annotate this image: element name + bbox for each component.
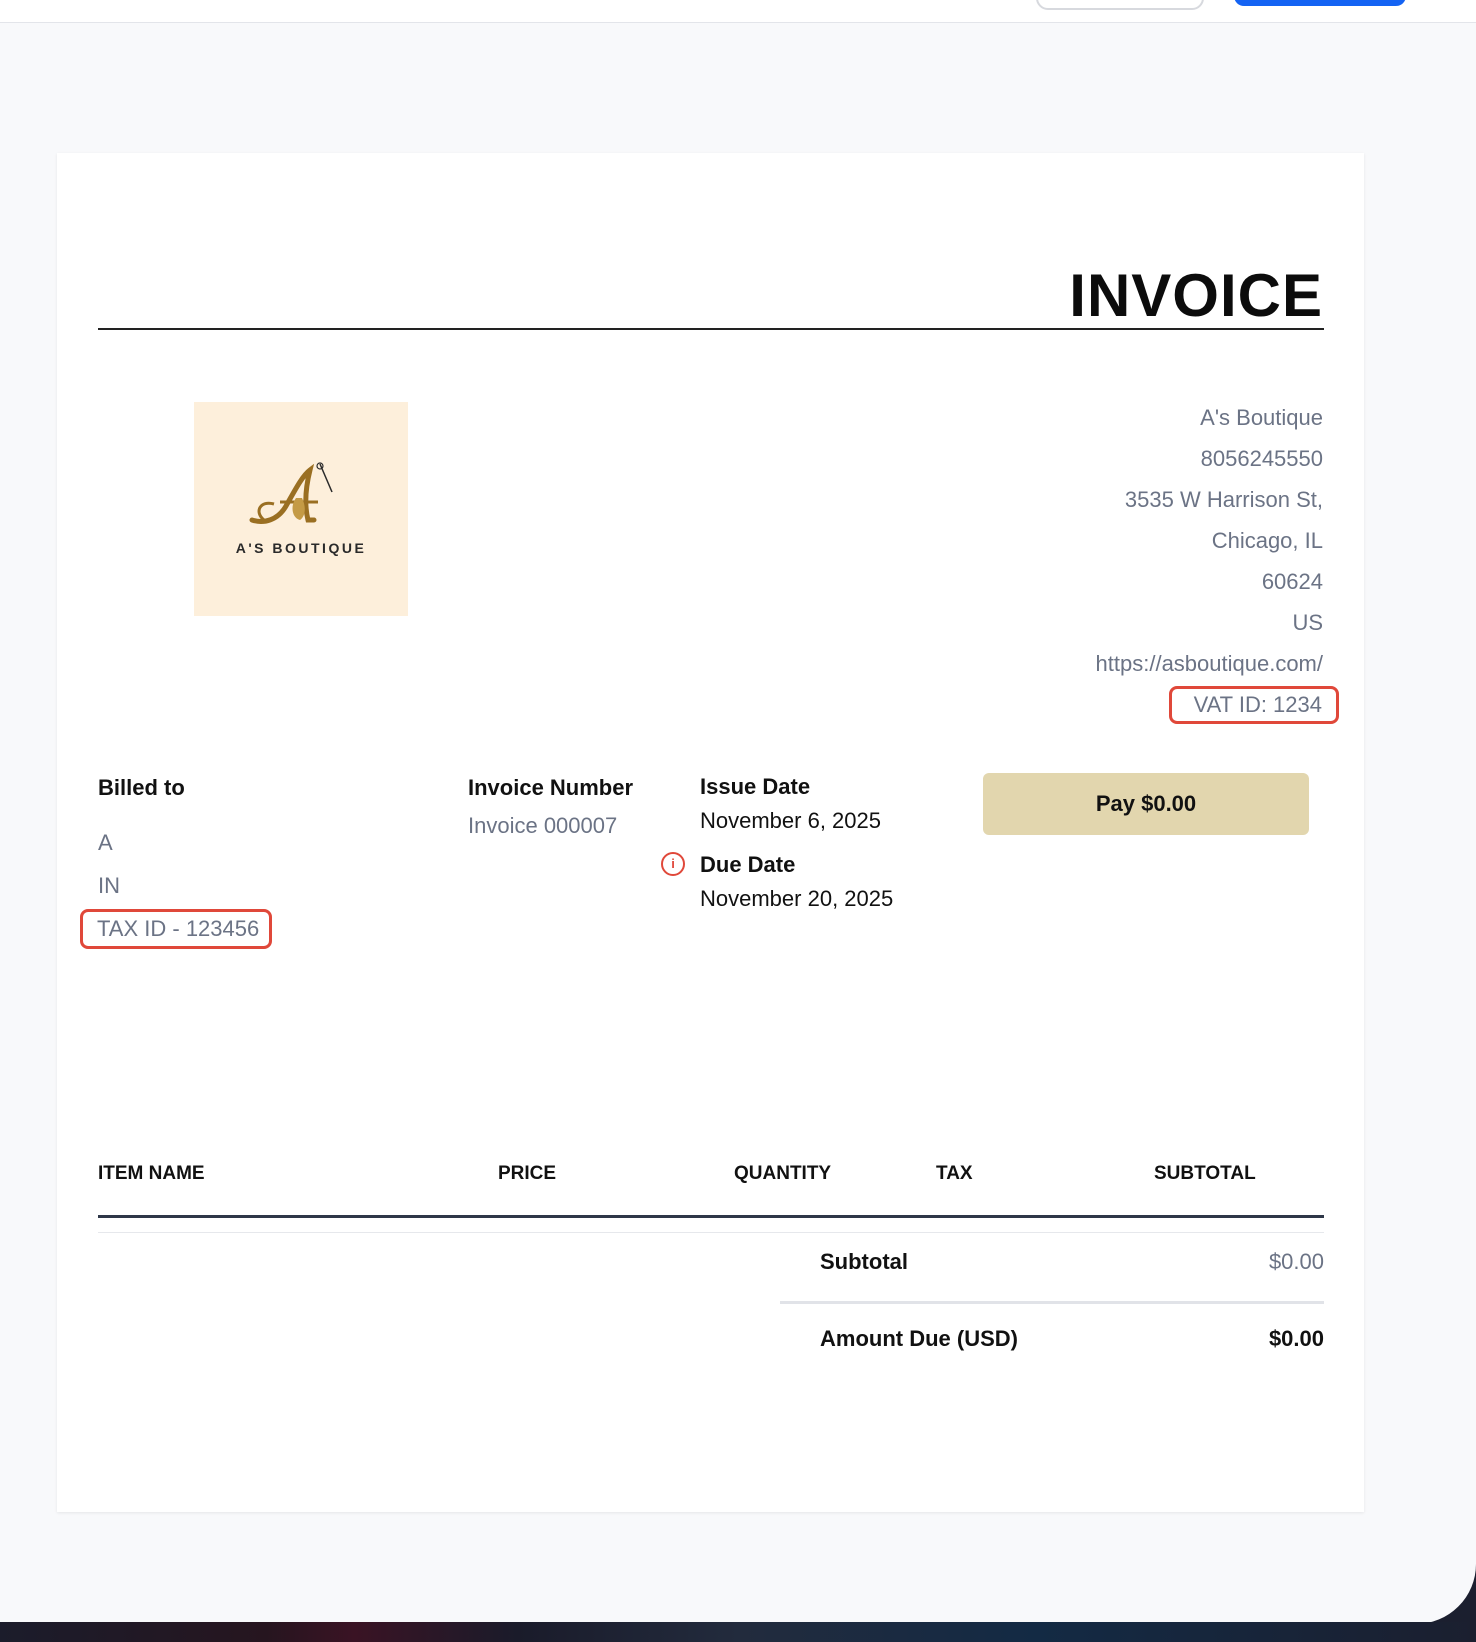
seller-name: A's Boutique <box>1200 405 1323 430</box>
seller-phone: 8056245550 <box>1200 446 1323 471</box>
billed-to-country: IN <box>98 873 120 898</box>
due-date-value: November 20, 2025 <box>700 886 894 911</box>
billed-to-label: Billed to <box>98 775 185 800</box>
header-quantity: QUANTITY <box>734 1163 832 1184</box>
billed-to-tax-id: TAX ID - 123456 <box>80 909 273 949</box>
amount-due-value: $0.00 <box>1268 1326 1324 1351</box>
toolbar-secondary-button[interactable] <box>1036 0 1204 10</box>
toolbar-primary-button[interactable] <box>1234 0 1406 6</box>
issue-date-value: November 6, 2025 <box>700 808 881 833</box>
company-logo: A'S BOUTIQUE <box>194 402 408 616</box>
info-icon[interactable]: i <box>661 852 685 876</box>
invoice-card: INVOICE A'S BOUTIQUE A's Boutique 805624… <box>57 153 1364 1512</box>
invoice-number-value: Invoice 000007 <box>468 813 618 838</box>
seller-street: 3535 W Harrison St, <box>1124 487 1323 512</box>
header-subtotal: SUBTOTAL <box>1154 1163 1256 1184</box>
issue-date-label: Issue Date <box>700 774 811 799</box>
table-body-divider <box>98 1232 1324 1233</box>
invoice-number-section: Invoice Number Invoice 000007 <box>468 775 633 839</box>
totals-section: Subtotal $0.00 Amount Due (USD) $0.00 <box>780 1249 1324 1366</box>
header-item-name: ITEM NAME <box>98 1163 205 1184</box>
amount-due-label: Amount Due (USD) <box>820 1326 1018 1351</box>
header-price: PRICE <box>498 1163 557 1184</box>
seller-vat-id: VAT ID: 1234 <box>1168 686 1339 724</box>
seller-city: Chicago, IL <box>1211 528 1323 553</box>
due-date-label: Due Date <box>700 852 796 877</box>
seller-info: A's Boutique 8056245550 3535 W Harrison … <box>1095 397 1339 725</box>
subtotal-value: $0.00 <box>1268 1249 1324 1274</box>
due-date-label-row: i Due Date <box>661 852 893 878</box>
table-header-divider <box>98 1215 1324 1218</box>
top-toolbar <box>0 0 1476 23</box>
invoice-number-label: Invoice Number <box>468 775 634 800</box>
seller-zip: 60624 <box>1261 569 1323 594</box>
seller-country: US <box>1292 610 1323 635</box>
seller-website: https://asboutique.com/ <box>1095 651 1323 676</box>
subtotal-label: Subtotal <box>820 1249 908 1274</box>
title-divider <box>98 328 1324 330</box>
invoice-title: INVOICE <box>1069 262 1323 329</box>
billed-to-section: Billed to A IN TAX ID - 123456 <box>80 775 273 950</box>
subtotal-row: Subtotal $0.00 <box>780 1249 1324 1289</box>
billed-to-name: A <box>98 830 113 855</box>
pay-button[interactable]: Pay $0.00 <box>983 773 1309 835</box>
desktop-dock-strip <box>0 1622 1476 1642</box>
header-tax: TAX <box>936 1163 973 1184</box>
items-table-header: ITEM NAME PRICE QUANTITY TAX SUBTOTAL <box>98 1163 1324 1193</box>
logo-wordmark: A'S BOUTIQUE <box>235 540 367 556</box>
totals-divider <box>780 1301 1324 1304</box>
dates-section: Issue Date November 6, 2025 i Due Date N… <box>661 774 894 912</box>
boutique-monogram-icon <box>249 462 333 524</box>
amount-due-row: Amount Due (USD) $0.00 <box>780 1326 1324 1366</box>
